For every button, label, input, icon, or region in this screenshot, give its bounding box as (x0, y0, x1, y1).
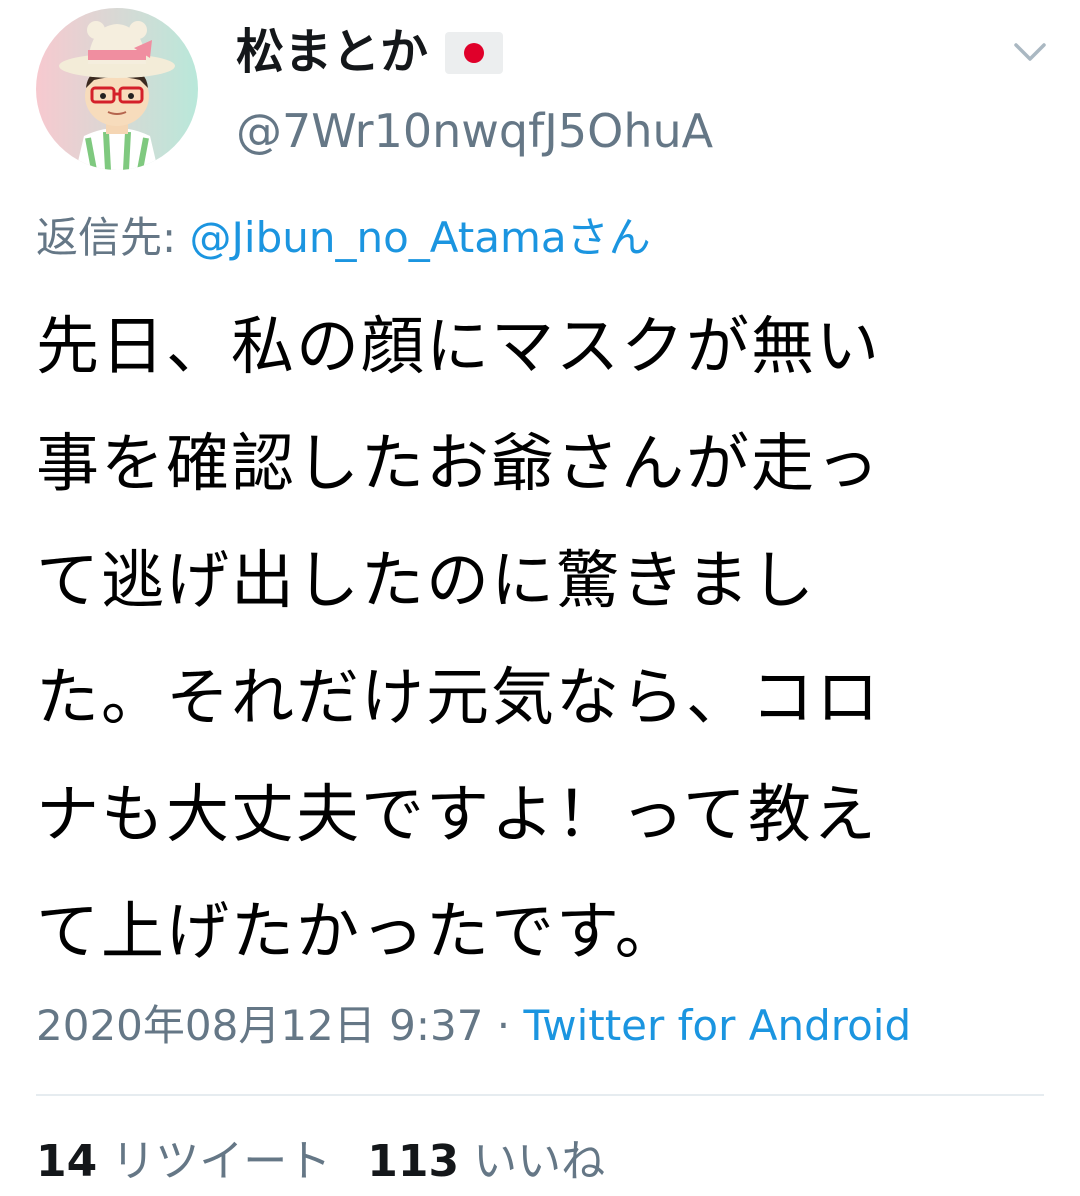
reply-to-line: 返信先: @Jibun_no_Atamaさん (36, 208, 651, 268)
tweet-source-link[interactable]: Twitter for Android (524, 1001, 912, 1050)
display-name[interactable]: 松まとか (236, 22, 428, 82)
tweet-text-line: 事を確認したお爺さんが走っ (36, 427, 881, 500)
chevron-down-icon (1014, 43, 1046, 61)
flag-sun (464, 43, 484, 63)
reply-prefix: 返信先: (36, 213, 190, 262)
like-stat[interactable]: 113 いいね (367, 1136, 605, 1187)
cartoon-avatar-icon (36, 8, 198, 170)
tweet-text-line: て上げたかったです。 (36, 895, 680, 968)
reply-mention-link[interactable]: @Jibun_no_Atamaさん (190, 213, 651, 262)
tweet-text-line: ナも大丈夫ですよ！って教え (36, 778, 878, 851)
tweet-text-line: 先日、私の顔にマスクが無い (36, 310, 881, 383)
like-count: 113 (367, 1136, 460, 1187)
avatar[interactable] (36, 8, 198, 170)
tweet-stats: 14 リツイート 113 いいね (36, 1132, 605, 1192)
meta-separator: · (483, 1001, 524, 1050)
tweet-timestamp: 2020年08月12日 9:37 (36, 1001, 484, 1050)
retweet-label: リツイート (111, 1136, 332, 1187)
tweet-menu-button[interactable] (1010, 36, 1050, 66)
user-handle[interactable]: @7Wr10nwqfJ5OhuA (236, 102, 713, 160)
tweet-text-line: た。それだけ元気なら、コロ (36, 661, 881, 734)
japan-flag-icon (445, 32, 503, 74)
tweet-text-line: て逃げ出したのに驚きまし (36, 544, 816, 617)
like-label: いいね (473, 1136, 606, 1187)
retweet-count: 14 (36, 1136, 98, 1187)
divider (36, 1094, 1044, 1096)
tweet-meta: 2020年08月12日 9:37 · Twitter for Android (36, 996, 911, 1056)
retweet-stat[interactable]: 14 リツイート (36, 1136, 331, 1187)
tweet-text: 先日、私の顔にマスクが無い 事を確認したお爺さんが走っ て逃げ出したのに驚きまし… (36, 288, 1036, 990)
